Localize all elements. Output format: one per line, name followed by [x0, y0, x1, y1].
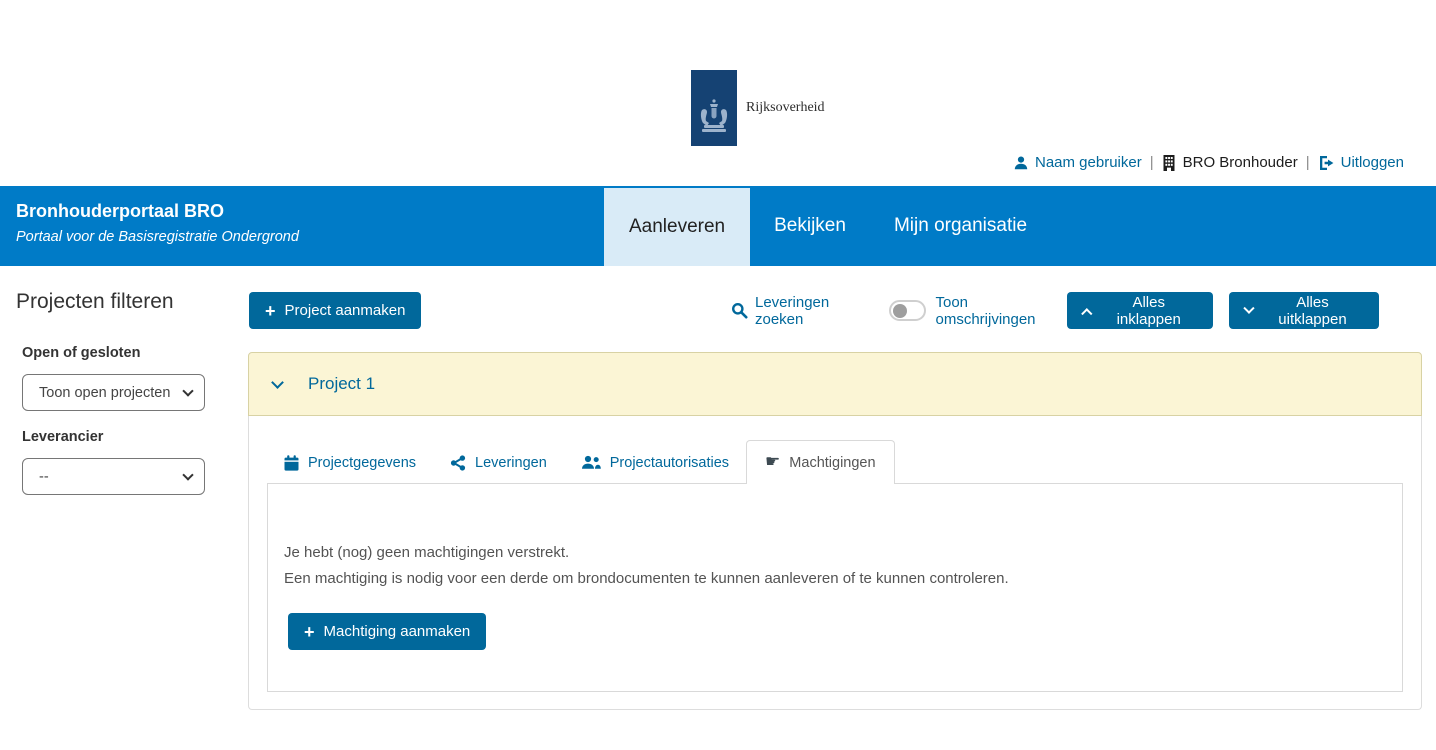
empty-state-line2: Een machtiging is nodig voor een derde o…	[284, 566, 1382, 592]
nav-item-aanleveren[interactable]: Aanleveren	[604, 188, 750, 266]
users-icon	[581, 455, 601, 470]
rijksoverheid-logo-shield	[691, 70, 737, 146]
show-descriptions-label[interactable]: Toon omschrijvingen	[935, 294, 1067, 328]
nav-item-mijn-organisatie[interactable]: Mijn organisatie	[870, 186, 1051, 266]
filter-open-closed: Toon open projecten	[22, 374, 205, 411]
nav-menu: Aanleveren Bekijken Mijn organisatie	[604, 186, 1051, 266]
toggle-knob	[893, 304, 907, 318]
create-authorisation-button[interactable]: + Machtiging aanmaken	[288, 613, 486, 650]
project-tabs: Projectgegevens Leveringen	[267, 440, 1403, 484]
toolbar-right: Leveringen zoeken Toon omschrijvingen Al…	[731, 292, 1379, 329]
tab-projectautorisaties[interactable]: Projectautorisaties	[564, 441, 746, 484]
brand: Bronhouderportaal BRO Portaal voor de Ba…	[16, 201, 299, 245]
nav-item-bekijken[interactable]: Bekijken	[750, 186, 870, 266]
plus-icon: +	[265, 302, 276, 320]
app-subtitle: Portaal voor de Basisregistratie Ondergr…	[16, 229, 299, 245]
filter-supplier-label: Leverancier	[22, 429, 103, 445]
calendar-icon	[284, 455, 299, 471]
tab-label: Machtigingen	[789, 455, 875, 471]
tab-projectgegevens[interactable]: Projectgegevens	[267, 441, 433, 484]
plus-icon: +	[304, 623, 315, 641]
search-deliveries-link[interactable]: Leveringen zoeken	[731, 294, 876, 328]
organisation-name: BRO Bronhouder	[1183, 154, 1298, 171]
sidebar-title: Projecten filteren	[16, 290, 174, 314]
create-authorisation-label: Machtiging aanmaken	[324, 623, 471, 640]
expand-all-label: Alles uitklappen	[1262, 294, 1363, 328]
create-project-label: Project aanmaken	[285, 302, 406, 319]
chevron-down-icon	[271, 376, 284, 389]
filter-supplier: --	[22, 458, 205, 495]
logout-link[interactable]: Uitloggen	[1318, 154, 1404, 171]
tab-label: Projectgegevens	[308, 455, 416, 471]
collapse-all-button[interactable]: Alles inklappen	[1067, 292, 1213, 329]
filter-open-closed-label: Open of gesloten	[22, 345, 140, 361]
show-descriptions-toggle[interactable]	[889, 300, 926, 321]
user-icon	[1013, 155, 1029, 171]
search-icon	[731, 302, 748, 319]
user-name: Naam gebruiker	[1035, 154, 1142, 171]
chevron-down-icon	[1244, 302, 1255, 313]
project-title: Project 1	[308, 374, 375, 394]
tab-label: Projectautorisaties	[610, 455, 729, 471]
supplier-select[interactable]: --	[22, 458, 205, 495]
top-header: Rijksoverheid Naam gebruiker |	[0, 0, 1436, 186]
empty-state-line1: Je hebt (nog) geen machtigingen verstrek…	[284, 540, 1382, 566]
rijksoverheid-logo-text: Rijksoverheid	[746, 100, 825, 116]
create-project-button[interactable]: + Project aanmaken	[249, 292, 421, 329]
user-link[interactable]: Naam gebruiker	[1013, 154, 1142, 171]
project-body: Projectgegevens Leveringen	[248, 416, 1422, 710]
expand-all-button[interactable]: Alles uitklappen	[1229, 292, 1379, 329]
sign-out-icon	[1318, 155, 1335, 171]
project-header[interactable]: Project 1	[248, 352, 1422, 416]
rijksoverheid-logo: Rijksoverheid	[691, 70, 825, 146]
separator: |	[1150, 154, 1154, 171]
tab-label: Leveringen	[475, 455, 547, 471]
coat-of-arms-icon	[697, 97, 731, 146]
user-bar: Naam gebruiker | BRO Bronhouder |	[1013, 154, 1404, 171]
organisation: BRO Bronhouder	[1162, 154, 1298, 171]
project-panel: Project 1 Projectgegevens	[248, 352, 1422, 710]
search-deliveries-label: Leveringen zoeken	[755, 294, 876, 328]
main-navbar: Bronhouderportaal BRO Portaal voor de Ba…	[0, 186, 1436, 266]
chevron-up-icon	[1082, 308, 1093, 319]
separator: |	[1306, 154, 1310, 171]
machtigingen-tab-content: Je hebt (nog) geen machtigingen verstrek…	[267, 483, 1403, 692]
open-closed-select[interactable]: Toon open projecten	[22, 374, 205, 411]
tab-leveringen[interactable]: Leveringen	[433, 441, 564, 484]
app-title: Bronhouderportaal BRO	[16, 201, 299, 222]
share-icon	[450, 455, 466, 471]
hand-point-right-icon: ☛	[765, 454, 780, 471]
logout-label: Uitloggen	[1341, 154, 1404, 171]
collapse-all-label: Alles inklappen	[1100, 294, 1197, 328]
tab-machtigingen[interactable]: ☛ Machtigingen	[746, 440, 895, 484]
building-icon	[1162, 155, 1176, 171]
